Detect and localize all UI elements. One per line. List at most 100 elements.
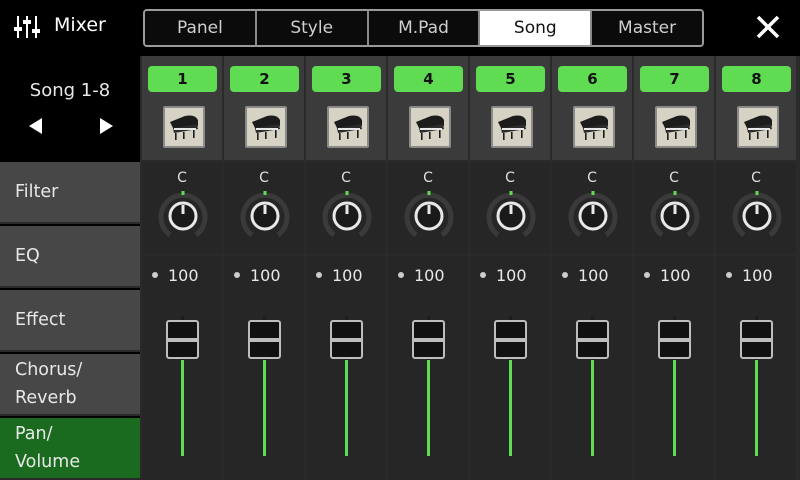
pan-knob[interactable]: [157, 190, 209, 242]
grand-piano-icon[interactable]: [163, 106, 205, 148]
menu-item-effect[interactable]: Effect: [0, 290, 140, 352]
fader-level: [427, 360, 430, 456]
pan-section: C: [470, 162, 550, 254]
grand-piano-icon[interactable]: [491, 106, 533, 148]
fader-level: [591, 360, 594, 456]
channel-strip-1: 1 C 100: [142, 56, 222, 480]
volume-fader-handle[interactable]: [412, 320, 445, 359]
grand-piano-icon[interactable]: [573, 106, 615, 148]
pan-value: C: [341, 170, 351, 186]
pan-value: C: [177, 170, 187, 186]
pan-knob[interactable]: [649, 190, 701, 242]
tab-master[interactable]: Master: [592, 11, 702, 45]
triangle-left-icon[interactable]: [26, 116, 46, 136]
header-bar: Mixer Panel Style M.Pad Song Master: [0, 0, 800, 56]
tab-panel[interactable]: Panel: [145, 11, 257, 45]
channel-strip-4: 4 C 100: [388, 56, 468, 480]
channel-strip-7: 7 C 100: [634, 56, 714, 480]
volume-section: 100: [142, 256, 222, 480]
song-selector: Song 1-8: [0, 56, 140, 162]
pan-section: C: [634, 162, 714, 254]
volume-indicator-dot: [234, 272, 240, 278]
channel-header: 8: [716, 56, 796, 160]
pan-knob[interactable]: [485, 190, 537, 242]
pan-section: C: [306, 162, 386, 254]
volume-section: 100: [634, 256, 714, 480]
fader-level: [181, 360, 184, 456]
pan-section: C: [142, 162, 222, 254]
channel-header: 1: [142, 56, 222, 160]
tab-style[interactable]: Style: [256, 11, 369, 45]
channel-header: 4: [388, 56, 468, 160]
mixer-menu: Filter EQ Effect Chorus/ Reverb Pan/ Vol…: [0, 162, 140, 480]
grand-piano-icon[interactable]: [655, 106, 697, 148]
channel-number-button[interactable]: 4: [394, 66, 463, 92]
volume-indicator-dot: [644, 272, 650, 278]
volume-fader-handle[interactable]: [576, 320, 609, 359]
volume-section: 100: [224, 256, 304, 480]
volume-fader-handle[interactable]: [166, 320, 199, 359]
volume-fader-handle[interactable]: [494, 320, 527, 359]
grand-piano-icon[interactable]: [409, 106, 451, 148]
channel-strip-3: 3 C 100: [306, 56, 386, 480]
channel-number-button[interactable]: 5: [476, 66, 545, 92]
pan-value: C: [505, 170, 515, 186]
song-range-label: Song 1-8: [29, 80, 111, 101]
volume-section: 100: [552, 256, 632, 480]
channel-number-button[interactable]: 6: [558, 66, 627, 92]
channel-strips: 1 C 100 2 C 100 3 C 100 4 C 100 5 C 100 …: [140, 56, 800, 480]
menu-item-label: Filter: [15, 182, 59, 202]
channel-header: 6: [552, 56, 632, 160]
pan-knob[interactable]: [567, 190, 619, 242]
volume-indicator-dot: [398, 272, 404, 278]
tab-mpad[interactable]: M.Pad: [368, 11, 481, 45]
fader-level: [673, 360, 676, 456]
channel-number-button[interactable]: 1: [148, 66, 217, 92]
volume-indicator-dot: [152, 272, 158, 278]
volume-indicator-dot: [726, 272, 732, 278]
channel-strip-2: 2 C 100: [224, 56, 304, 480]
pan-section: C: [552, 162, 632, 254]
pan-section: C: [224, 162, 304, 254]
channel-number-button[interactable]: 3: [312, 66, 381, 92]
volume-fader-handle[interactable]: [658, 320, 691, 359]
menu-item-label: Chorus/ Reverb: [15, 360, 83, 408]
channel-number-button[interactable]: 2: [230, 66, 299, 92]
pan-value: C: [259, 170, 269, 186]
mixer-sliders-icon: [14, 16, 40, 38]
grand-piano-icon[interactable]: [245, 106, 287, 148]
fader-level: [345, 360, 348, 456]
pan-knob[interactable]: [403, 190, 455, 242]
volume-value: 100: [660, 266, 691, 285]
channel-header: 5: [470, 56, 550, 160]
channel-header: 3: [306, 56, 386, 160]
volume-fader-handle[interactable]: [740, 320, 773, 359]
fader-level: [509, 360, 512, 456]
volume-fader-handle[interactable]: [330, 320, 363, 359]
menu-item-label: EQ: [15, 246, 40, 266]
channel-strip-6: 6 C 100: [552, 56, 632, 480]
pan-knob[interactable]: [731, 190, 783, 242]
volume-section: 100: [306, 256, 386, 480]
tab-bar: Panel Style M.Pad Song Master: [143, 9, 704, 47]
menu-item-label: Effect: [15, 310, 66, 330]
pan-knob[interactable]: [239, 190, 291, 242]
menu-item-eq[interactable]: EQ: [0, 226, 140, 288]
menu-item-pan-volume[interactable]: Pan/ Volume: [0, 418, 140, 480]
menu-item-filter[interactable]: Filter: [0, 162, 140, 224]
triangle-right-icon[interactable]: [96, 116, 116, 136]
channel-number-button[interactable]: 7: [640, 66, 709, 92]
volume-fader-handle[interactable]: [248, 320, 281, 359]
fader-level: [755, 360, 758, 456]
tab-song[interactable]: Song: [480, 11, 593, 45]
channel-strip-5: 5 C 100: [470, 56, 550, 480]
volume-value: 100: [578, 266, 609, 285]
channel-number-button[interactable]: 8: [722, 66, 791, 92]
pan-knob[interactable]: [321, 190, 373, 242]
app-title: Mixer: [54, 14, 106, 36]
grand-piano-icon[interactable]: [327, 106, 369, 148]
grand-piano-icon[interactable]: [737, 106, 779, 148]
menu-item-chorus-reverb[interactable]: Chorus/ Reverb: [0, 354, 140, 416]
volume-value: 100: [496, 266, 527, 285]
close-icon[interactable]: [752, 11, 784, 43]
